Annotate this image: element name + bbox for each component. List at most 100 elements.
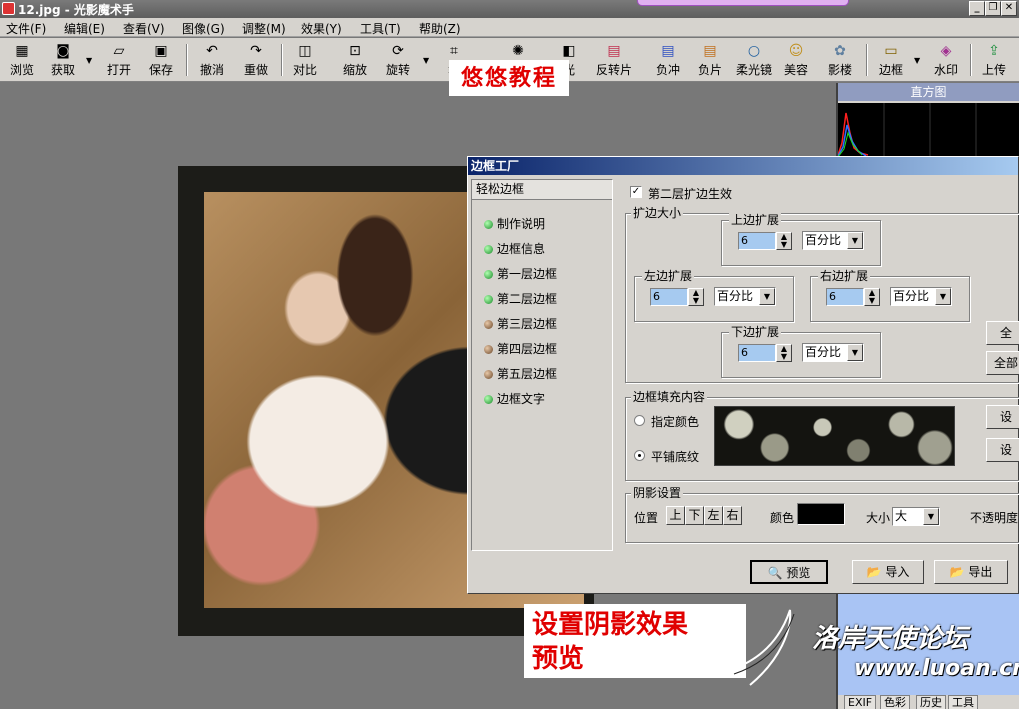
right-expand-value[interactable]: 6 <box>826 288 864 306</box>
chevron-down-icon[interactable]: ▼ <box>847 344 863 361</box>
left-expand-value[interactable]: 6 <box>650 288 688 306</box>
top-expand-value[interactable]: 6 <box>738 232 776 250</box>
toolbar-redo-button[interactable]: ↷ 重做 <box>234 42 278 80</box>
fill-tile-radio[interactable] <box>634 450 645 461</box>
folder-import-icon: 📂 <box>866 565 882 579</box>
chevron-down-icon[interactable]: ▼ <box>923 508 939 525</box>
watermark-icon: ◈ <box>940 43 952 59</box>
menu-tools[interactable]: 工具(T) <box>360 20 401 37</box>
toolbar-cross-process-button[interactable]: ▤ 负冲 <box>646 42 690 80</box>
nav-item-layer2[interactable]: 第二层边框 <box>484 289 612 309</box>
shadow-size-select[interactable]: 大 ▼ <box>892 507 940 526</box>
tile-pattern-preview[interactable] <box>714 406 955 466</box>
top-expand-spinner[interactable]: 6 ▲ ▼ <box>738 232 792 250</box>
left-expand-unit-select[interactable]: 百分比 ▼ <box>714 287 776 306</box>
spinner-arrows-icon[interactable]: ▲ ▼ <box>864 288 880 306</box>
menu-bar: 文件(F) 编辑(E) 查看(V) 图像(G) 调整(M) 效果(Y) 工具(T… <box>0 18 1019 37</box>
tab-color[interactable]: 色彩 <box>880 695 910 709</box>
shadow-color-swatch[interactable] <box>797 503 845 525</box>
spinner-arrows-icon[interactable]: ▲ ▼ <box>688 288 704 306</box>
nav-item-frame-text[interactable]: 边框文字 <box>484 389 612 409</box>
bottom-expand-value[interactable]: 6 <box>738 344 776 362</box>
menu-edit[interactable]: 编辑(E) <box>64 20 105 37</box>
nav-item-layer5[interactable]: 第五层边框 <box>484 364 612 384</box>
toolbar-studio-button[interactable]: ✿ 影楼 <box>818 42 862 80</box>
close-button[interactable]: ✕ <box>1001 1 1017 16</box>
fill-color-radio[interactable] <box>634 415 645 426</box>
rotate-dropdown-arrow[interactable]: ▼ <box>423 56 429 65</box>
spinner-arrows-icon[interactable]: ▲ ▼ <box>776 232 792 250</box>
reversal-film-icon: ▤ <box>607 43 621 59</box>
nav-item-layer3[interactable]: 第三层边框 <box>484 314 612 334</box>
enable-layer2-checkbox[interactable]: ✓ <box>630 186 642 198</box>
nav-item-layer1[interactable]: 第一层边框 <box>484 264 612 284</box>
right-expand-spinner[interactable]: 6 ▲ ▼ <box>826 288 880 306</box>
shadow-pos-bottom-button[interactable]: 下 <box>685 506 704 525</box>
set-tile-button[interactable]: 设 <box>986 438 1019 462</box>
nav-item-frame-info[interactable]: 边框信息 <box>484 239 612 259</box>
nav-item-instructions[interactable]: 制作说明 <box>484 214 612 234</box>
menu-help[interactable]: 帮助(Z) <box>419 20 461 37</box>
spinner-arrows-icon[interactable]: ▲ ▼ <box>776 344 792 362</box>
toolbar-separator <box>186 44 188 76</box>
toolbar-reversal-film-button[interactable]: ▤ 反转片 <box>591 42 637 80</box>
bottom-expand-label: 下边扩展 <box>729 325 782 339</box>
acquire-dropdown-arrow[interactable]: ▼ <box>86 56 92 65</box>
shadow-pos-right-button[interactable]: 右 <box>723 506 742 525</box>
frame-dropdown-arrow[interactable]: ▼ <box>914 56 920 65</box>
camera-icon: ◙ <box>56 43 70 59</box>
tab-history[interactable]: 历史 <box>916 695 946 709</box>
toolbar-open-button[interactable]: ▱ 打开 <box>97 42 141 80</box>
menu-image[interactable]: 图像(G) <box>182 20 225 37</box>
tab-exif[interactable]: EXIF <box>844 695 877 709</box>
right-expand-unit-select[interactable]: 百分比 ▼ <box>890 287 952 306</box>
toolbar-compare-button[interactable]: ◫ 对比 <box>283 42 327 80</box>
undo-icon: ↶ <box>206 43 218 59</box>
export-button[interactable]: 📂 导出 <box>934 560 1008 584</box>
folder-icon: ▱ <box>113 43 125 59</box>
nav-panel-title: 轻松边框 <box>472 180 612 200</box>
minimize-button[interactable]: _ <box>969 1 985 16</box>
toolbar-browse-button[interactable]: ▦ 浏览 <box>0 42 44 80</box>
shadow-pos-left-button[interactable]: 左 <box>704 506 723 525</box>
toolbar-undo-button[interactable]: ↶ 撤消 <box>190 42 234 80</box>
forum-name: 洛岸天使论坛 <box>812 624 969 654</box>
nav-item-layer4[interactable]: 第四层边框 <box>484 339 612 359</box>
preview-button[interactable]: 🔍 预览 <box>750 560 828 584</box>
bottom-expand-spinner[interactable]: 6 ▲ ▼ <box>738 344 792 362</box>
toolbar-resize-button[interactable]: ⊡ 缩放 <box>333 42 377 80</box>
tab-tools[interactable]: 工具 <box>948 695 978 709</box>
import-button[interactable]: 📂 导入 <box>852 560 924 584</box>
shadow-position-label: 位置 <box>634 511 659 525</box>
menu-view[interactable]: 查看(V) <box>123 20 165 37</box>
restore-button[interactable]: ❐ <box>985 1 1001 16</box>
toolbar-beauty-button[interactable]: ☺ 美容 <box>774 42 818 80</box>
shadow-pos-top-button[interactable]: 上 <box>666 506 685 525</box>
toolbar-frame-button[interactable]: ▭ 边框 <box>869 42 913 80</box>
toolbar-soft-light-button[interactable]: ○ 柔光镜 <box>731 42 777 80</box>
tutorial-watermark: 悠悠教程 <box>449 60 569 96</box>
floating-tab[interactable] <box>637 0 849 6</box>
top-expand-unit-select[interactable]: 百分比 ▼ <box>802 231 864 250</box>
chevron-down-icon[interactable]: ▼ <box>847 232 863 249</box>
bottom-expand-unit-select[interactable]: 百分比 ▼ <box>802 343 864 362</box>
toolbar-upload-button[interactable]: ⇪ 上传 <box>972 42 1016 80</box>
left-expand-spinner[interactable]: 6 ▲ ▼ <box>650 288 704 306</box>
enable-layer2-label: 第二层扩边生效 <box>648 187 733 201</box>
menu-file[interactable]: 文件(F) <box>6 20 46 37</box>
menu-adjust[interactable]: 调整(M) <box>242 20 286 37</box>
toolbar-watermark-button[interactable]: ◈ 水印 <box>924 42 968 80</box>
right-expand-label: 右边扩展 <box>818 269 871 283</box>
chevron-down-icon[interactable]: ▼ <box>935 288 951 305</box>
apply-all-button[interactable]: 全 <box>986 321 1019 345</box>
menu-effects[interactable]: 效果(Y) <box>301 20 342 37</box>
status-dot-icon <box>484 370 493 379</box>
toolbar-save-button[interactable]: ▣ 保存 <box>139 42 183 80</box>
apply-all-sides-button[interactable]: 全部 <box>986 351 1019 375</box>
set-color-button[interactable]: 设 <box>986 405 1019 429</box>
toolbar-acquire-button[interactable]: ◙ 获取 <box>41 42 85 80</box>
chevron-down-icon[interactable]: ▼ <box>759 288 775 305</box>
toolbar-negative-button[interactable]: ▤ 负片 <box>688 42 732 80</box>
toolbar-rotate-button[interactable]: ⟳ 旋转 <box>376 42 420 80</box>
fill-tile-label: 平铺底纹 <box>651 450 700 464</box>
